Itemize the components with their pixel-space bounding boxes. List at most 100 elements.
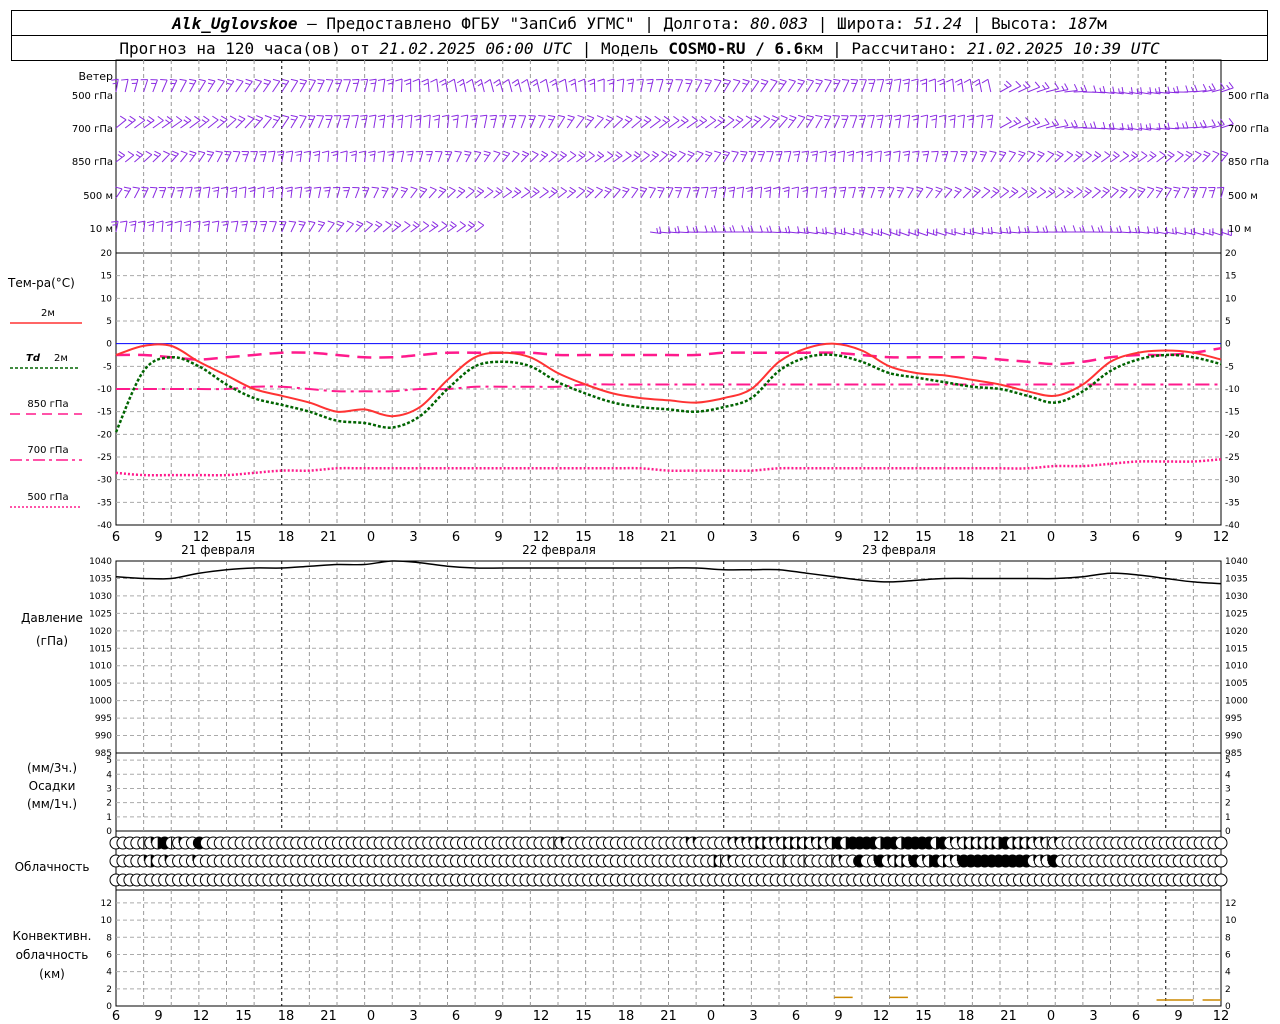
wind-level-500: 500 гПа [72,91,113,102]
wind-barb [631,151,641,163]
wind-barb [189,78,197,93]
wind-barb [979,150,988,163]
wind-barb [298,220,306,233]
day-label-2: 22 февраля [522,543,596,557]
wind-barb [769,115,779,129]
x-tick-label-bottom: 6 [1132,1009,1140,1024]
wind-barb [796,78,805,93]
wind-barb [806,78,814,93]
x-tick-label-bottom: 3 [409,1009,417,1024]
wind-barb [1008,116,1022,129]
wind-barb [410,186,418,199]
wind-barb [1165,150,1175,163]
x-tick-label: 0 [707,530,715,545]
wind-barb [893,78,902,93]
wind-barb [351,114,359,129]
wind-barb [769,78,778,93]
x-tick-label: 18 [278,530,295,545]
wind-barb [143,115,155,129]
wind-barb [1199,187,1207,199]
wind-barb [285,186,293,199]
wind-barb [1064,84,1078,93]
wind-barb [705,115,717,129]
wind-barb [288,220,297,233]
wind-barb [216,78,225,93]
wind-barb [568,78,577,93]
wind-barb [141,186,149,199]
wind-barb [597,78,605,93]
wind-barb [640,115,652,129]
wind-barb [750,78,760,93]
wind-barb [465,186,475,199]
wind-barb [1173,186,1181,199]
wind-barb [1119,151,1130,163]
wind-barb [683,187,691,199]
pressure-label: Давление [21,611,83,625]
y-tick-label-left: 5 [106,317,112,327]
wind-barb [607,78,615,93]
wind-barb [557,114,566,129]
x-tick-label: 3 [749,530,757,545]
wind-barb [430,78,439,93]
y-tick-label-right: 10 [1225,916,1237,926]
wind-barb [576,186,586,199]
wind-barb [823,114,832,129]
wind-barb [1211,150,1220,163]
wind-barb [902,78,910,93]
wind-barb [549,78,559,93]
wind-barb [695,115,708,129]
x-tick-label-bottom: 3 [749,1009,757,1024]
x-tick-label-bottom: 0 [367,1009,375,1024]
wind-barb [189,150,197,163]
wind-barb [665,186,674,199]
y-tick-label-right: 4 [1225,968,1231,978]
wind-barb [1055,83,1069,93]
wind-barb [156,220,164,233]
wind-barb [636,78,644,93]
y-tick-label-left: 6 [106,950,112,960]
wind-barb [294,150,303,163]
wind-barb [736,186,745,199]
y-tick-label-left: 995 [95,714,112,724]
wind-barb [677,116,689,129]
wind-barb [950,151,959,163]
y-tick-label-right: 2 [1225,799,1231,809]
y-tick-label-right: 1005 [1225,679,1248,689]
y-tick-label-right: 990 [1225,732,1242,742]
wind-barb [622,115,633,129]
wind-barb [428,186,437,199]
wind-barb [865,150,873,163]
legend-500-label: 500 гПа [27,492,68,503]
wind-barb [668,115,680,129]
wind-barb [548,187,558,199]
wind-barb [262,78,272,93]
wind-barb [369,78,377,93]
wind-barb [631,186,639,199]
wind-barb [948,114,956,129]
wind-barb [539,78,550,93]
wind-barb [170,116,183,129]
wind-barb [713,150,722,163]
wind-barb [198,78,207,93]
wind-barb [585,115,595,129]
wind-barb [268,150,276,163]
wind-barb [585,186,595,199]
wind-barb [502,187,513,199]
y-tick-label-right: 1025 [1225,609,1248,619]
wind-barb [656,79,664,93]
wind-barb [1193,150,1202,163]
wind-barb [585,151,595,163]
wind-barb [566,186,577,199]
wind-barb [355,220,364,233]
wind-barb [336,220,345,233]
wind-barb [1137,186,1146,199]
wind-barb [493,187,503,199]
wind-barb [963,78,973,93]
wind-barb [170,150,179,163]
wind-barb [207,115,219,129]
wind-barb [841,78,850,93]
wind-barb [718,186,727,199]
wind-barb [1091,151,1102,163]
wind-barb [787,78,796,93]
wind-barb [874,150,882,163]
